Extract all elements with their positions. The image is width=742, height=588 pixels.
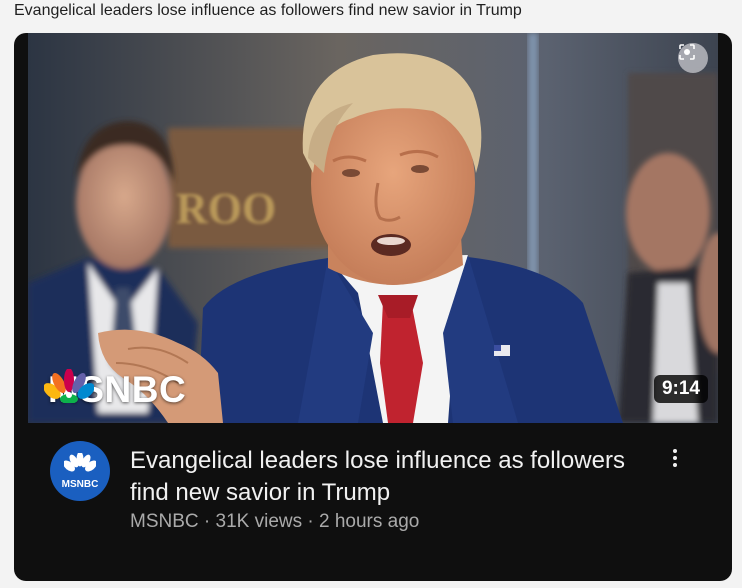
more-vert-icon — [673, 448, 677, 469]
upload-age: 2 hours ago — [319, 511, 420, 532]
channel-name[interactable]: MSNBC — [130, 511, 199, 532]
meta-separator: · — [307, 511, 314, 532]
background-sign: ROO — [176, 184, 276, 233]
video-thumbnail[interactable]: ROO MSNBC 9:14 — [28, 33, 718, 423]
avatar-peacock-icon — [63, 451, 97, 478]
meta-separator: · — [203, 511, 211, 532]
video-meta: MSNBC · 31K views · 2 hours ago — [130, 511, 419, 533]
video-info: MSNBC Evangelical leaders lose influence… — [14, 423, 732, 581]
view-count: 31K views — [215, 511, 303, 532]
thumbnail-image: ROO — [28, 33, 718, 423]
duration-badge: 9:14 — [653, 375, 708, 403]
msnbc-thumbnail-logo: MSNBC — [44, 369, 186, 411]
page-heading: Evangelical leaders lose influence as fo… — [14, 2, 522, 19]
video-title[interactable]: Evangelical leaders lose influence as fo… — [130, 445, 650, 509]
video-card[interactable]: ROO MSNBC 9:14 MSNBC Evangelical leaders… — [14, 33, 732, 581]
more-options-button[interactable] — [664, 443, 686, 473]
channel-avatar[interactable]: MSNBC — [50, 441, 110, 501]
avatar-label: MSNBC — [61, 478, 99, 490]
visual-search-button[interactable] — [678, 43, 708, 73]
